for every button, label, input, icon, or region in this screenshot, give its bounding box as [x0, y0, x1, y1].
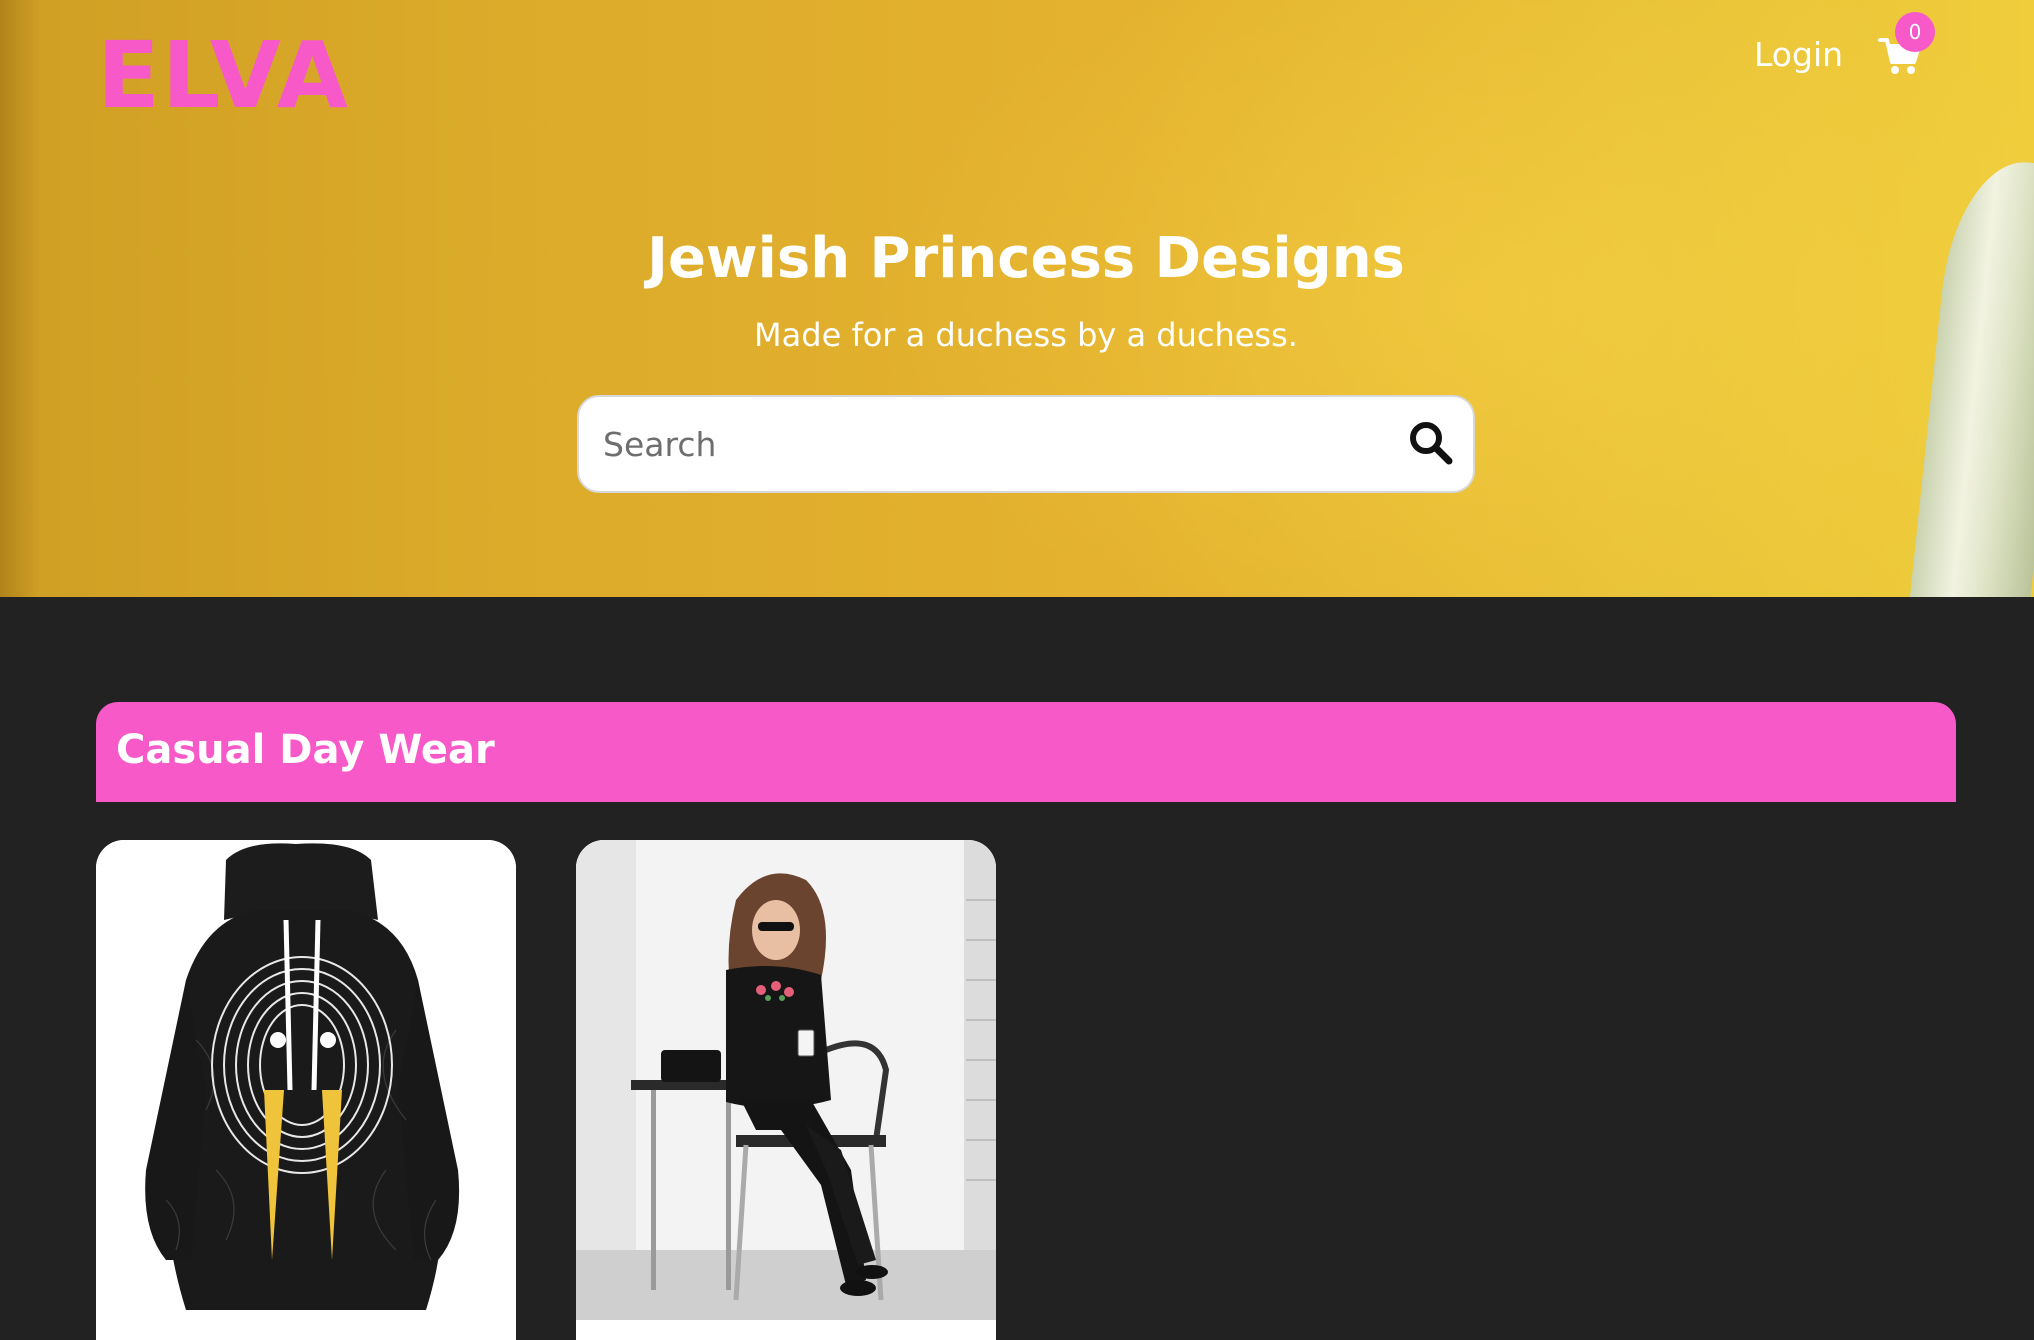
woman-seated-outfit-product-image [576, 840, 996, 1320]
hoodie-walrus-product-image [96, 840, 516, 1320]
search-bar [577, 395, 1475, 493]
login-link[interactable]: Login [1754, 38, 1843, 71]
logo[interactable]: ELVA [97, 30, 350, 122]
hero-subtitle: Made for a duchess by a duchess. [754, 316, 1298, 354]
hero-shadow-decoration [0, 0, 40, 597]
search-input[interactable] [603, 397, 1363, 491]
category-title: Casual Day Wear [116, 727, 495, 773]
search-icon[interactable] [1407, 419, 1455, 467]
hero-banner: ELVA Login 0 Jewish Princess Designs Mad… [0, 0, 2034, 597]
product-card[interactable] [96, 840, 516, 1340]
hero-title: Jewish Princess Designs [647, 226, 1405, 291]
cart-count-badge: 0 [1895, 12, 1935, 52]
product-card[interactable] [576, 840, 996, 1340]
plant-leaf-decoration [1908, 154, 2034, 597]
category-header: Casual Day Wear [96, 702, 1956, 802]
